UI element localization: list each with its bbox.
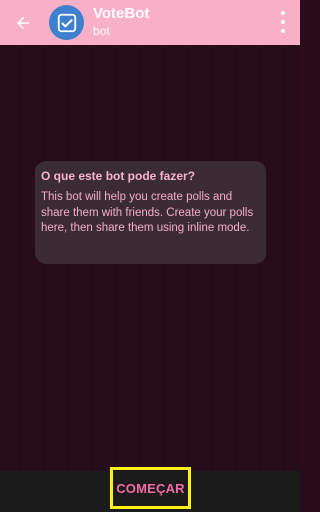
more-menu-button[interactable] [276,11,290,33]
bot-avatar[interactable] [49,5,84,40]
chat-header: VoteBot bot [0,0,300,45]
chat-title-block[interactable]: VoteBot bot [93,5,149,39]
start-button-label: COMEÇAR [116,480,185,496]
checkbox-check-icon [57,13,76,32]
more-vert-icon-dot [281,29,285,33]
card-title: O que este bot pode fazer? [41,169,196,183]
start-button[interactable]: COMEÇAR [110,467,191,509]
back-button[interactable] [9,9,36,36]
chat-title: VoteBot [93,5,150,22]
chat-screen: VoteBot bot O que este bot pode fazer? T… [0,0,300,512]
chat-subtitle: bot [93,24,110,38]
bot-description-card: O que este bot pode fazer? This bot will… [35,161,266,264]
more-vert-icon-dot [281,11,285,15]
card-body: This bot will help you create polls and … [41,191,254,234]
arrow-left-icon [16,16,29,29]
more-vert-icon-dot [281,20,285,24]
